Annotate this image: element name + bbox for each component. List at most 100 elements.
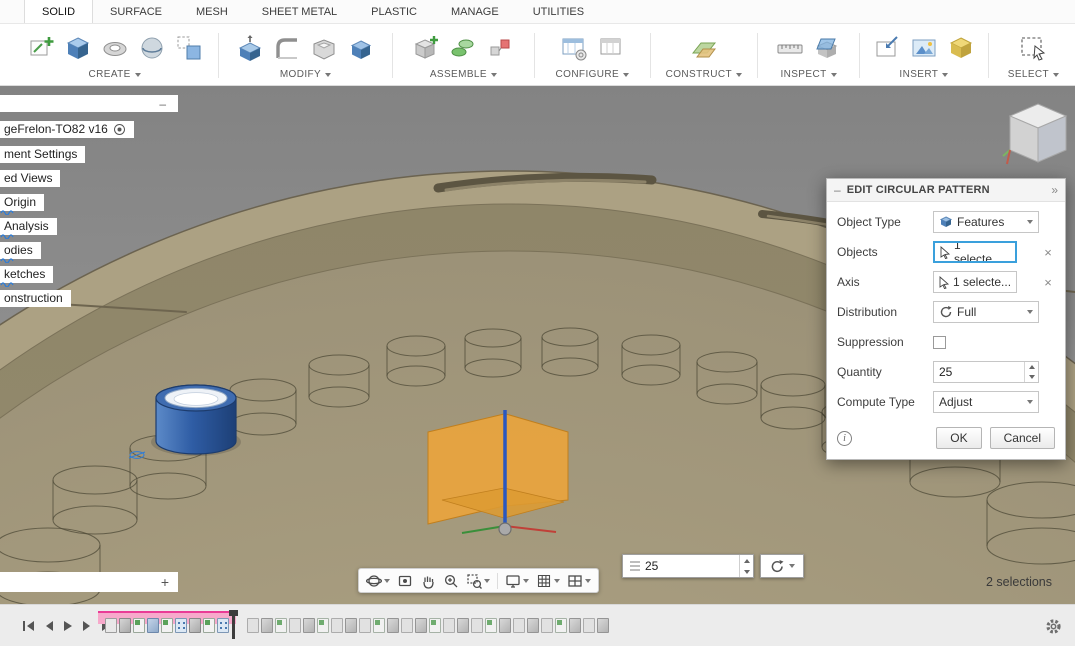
axis-selection-field[interactable]: 1 selecte...	[933, 271, 1017, 293]
canvas-quantity-input[interactable]	[641, 559, 739, 573]
canvas-quantity-stepper[interactable]	[739, 555, 753, 577]
browser-item-sketches[interactable]: ketches	[0, 266, 53, 283]
sketch-feature-icon[interactable]	[485, 618, 497, 633]
box-feature-icon[interactable]	[457, 618, 469, 633]
sketch-feature-icon[interactable]	[203, 618, 215, 633]
chevron-down-icon[interactable]	[384, 579, 390, 583]
tab-utilities[interactable]: UTILITIES	[516, 0, 601, 23]
viewports-tool[interactable]	[567, 573, 591, 589]
window-zoom-tool[interactable]	[466, 573, 490, 589]
pan-tool[interactable]	[420, 573, 436, 589]
suppression-checkbox[interactable]	[933, 336, 946, 349]
box-feature-icon[interactable]	[261, 618, 273, 633]
rigid-group-icon[interactable]	[486, 34, 514, 62]
quantity-stepper[interactable]	[1024, 362, 1038, 382]
assemble-menu[interactable]: ASSEMBLE	[430, 69, 497, 80]
clear-axis-button[interactable]: ×	[1044, 275, 1052, 290]
joint-icon[interactable]	[449, 34, 477, 62]
zoom-tool[interactable]	[443, 573, 459, 589]
step-back-button[interactable]	[44, 620, 54, 632]
fillet-icon[interactable]	[273, 34, 301, 62]
plain-feature-icon[interactable]	[471, 618, 483, 633]
section-analysis-icon[interactable]	[813, 34, 841, 62]
clear-objects-button[interactable]: ×	[1044, 245, 1052, 260]
tab-solid[interactable]: SOLID	[24, 0, 93, 23]
primitive-box-icon[interactable]	[175, 34, 203, 62]
ok-button[interactable]: OK	[936, 427, 981, 449]
extrude-icon[interactable]	[64, 34, 92, 62]
spin-down-icon[interactable]	[744, 570, 750, 574]
activate-component-radio[interactable]	[113, 123, 126, 136]
view-cube[interactable]	[1002, 98, 1074, 176]
dialog-collapse-icon[interactable]: –	[834, 183, 841, 197]
selected-cylinder[interactable]	[151, 385, 241, 456]
angle-type-dropdown[interactable]	[760, 554, 804, 578]
browser-item-document-settings[interactable]: ment Settings	[0, 146, 85, 163]
sketch-feature-icon[interactable]	[555, 618, 567, 633]
look-at-tool[interactable]	[397, 573, 413, 589]
tab-plastic[interactable]: PLASTIC	[354, 0, 434, 23]
configure-menu[interactable]: CONFIGURE	[556, 69, 630, 80]
plain-feature-icon[interactable]	[289, 618, 301, 633]
plain-feature-icon[interactable]	[359, 618, 371, 633]
sketch-feature-icon[interactable]	[429, 618, 441, 633]
plain-feature-icon[interactable]	[401, 618, 413, 633]
sketch-feature-icon[interactable]	[317, 618, 329, 633]
browser-item-document[interactable]: geFrelon-TO82 v16	[0, 121, 134, 138]
browser-add-button[interactable]: +	[161, 574, 169, 590]
configuration-table-icon[interactable]	[597, 34, 625, 62]
box-feature-icon[interactable]	[499, 618, 511, 633]
construct-menu[interactable]: CONSTRUCT	[666, 69, 742, 80]
browser-item-analysis[interactable]: Analysis	[0, 218, 57, 235]
new-component-icon[interactable]	[412, 34, 440, 62]
tab-mesh[interactable]: MESH	[179, 0, 245, 23]
insert-menu[interactable]: INSERT	[899, 69, 948, 80]
plain-feature-icon[interactable]	[541, 618, 553, 633]
chevron-down-icon[interactable]	[554, 579, 560, 583]
plain-feature-icon[interactable]	[247, 618, 259, 633]
sketch-feature-icon[interactable]	[275, 618, 287, 633]
insert-derive-icon[interactable]	[873, 34, 901, 62]
box-feature-icon[interactable]	[345, 618, 357, 633]
box-feature-icon[interactable]	[189, 618, 201, 633]
tab-surface[interactable]: SURFACE	[93, 0, 179, 23]
display-settings-tool[interactable]	[505, 573, 529, 589]
plain-feature-icon[interactable]	[513, 618, 525, 633]
configuration-icon[interactable]	[560, 34, 588, 62]
select-tool-icon[interactable]	[1019, 34, 1047, 62]
plain-feature-icon[interactable]	[443, 618, 455, 633]
object-type-dropdown[interactable]: Features	[933, 211, 1039, 233]
pattern-feature-icon[interactable]	[217, 618, 229, 633]
go-to-start-button[interactable]	[22, 620, 35, 632]
press-pull-icon[interactable]	[236, 34, 264, 62]
sketch-feature-icon[interactable]	[133, 618, 145, 633]
create-menu[interactable]: CREATE	[89, 69, 141, 80]
box-feature-icon[interactable]	[415, 618, 427, 633]
shell-icon[interactable]	[310, 34, 338, 62]
sketch-feature-icon[interactable]	[161, 618, 173, 633]
sketch-feature-icon[interactable]	[373, 618, 385, 633]
timeline-settings-gear-icon[interactable]	[1044, 617, 1063, 636]
browser-collapse-button[interactable]: –	[159, 97, 166, 111]
modify-menu[interactable]: MODIFY	[280, 69, 331, 80]
box-feature-icon[interactable]	[303, 618, 315, 633]
move-copy-icon[interactable]	[347, 34, 375, 62]
measure-icon[interactable]	[776, 34, 804, 62]
dialog-header[interactable]: – EDIT CIRCULAR PATTERN »	[827, 179, 1065, 202]
cancel-button[interactable]: Cancel	[990, 427, 1055, 449]
chevron-down-icon[interactable]	[585, 579, 591, 583]
grid-settings-tool[interactable]	[536, 573, 560, 589]
create-sketch-icon[interactable]	[27, 34, 55, 62]
compute-type-dropdown[interactable]: Adjust	[933, 391, 1039, 413]
play-button[interactable]	[63, 620, 73, 632]
quantity-field[interactable]	[622, 554, 754, 578]
construction-plane-icon[interactable]	[690, 34, 718, 62]
pattern-feature-icon[interactable]	[175, 618, 187, 633]
timeline-position-marker[interactable]	[232, 610, 235, 639]
distribution-dropdown[interactable]: Full	[933, 301, 1039, 323]
browser-item-origin[interactable]: Origin	[0, 194, 44, 211]
box-feature-icon[interactable]	[527, 618, 539, 633]
inspect-menu[interactable]: INSPECT	[780, 69, 836, 80]
marker-handle[interactable]	[229, 610, 238, 616]
spin-up-icon[interactable]	[1029, 365, 1035, 369]
